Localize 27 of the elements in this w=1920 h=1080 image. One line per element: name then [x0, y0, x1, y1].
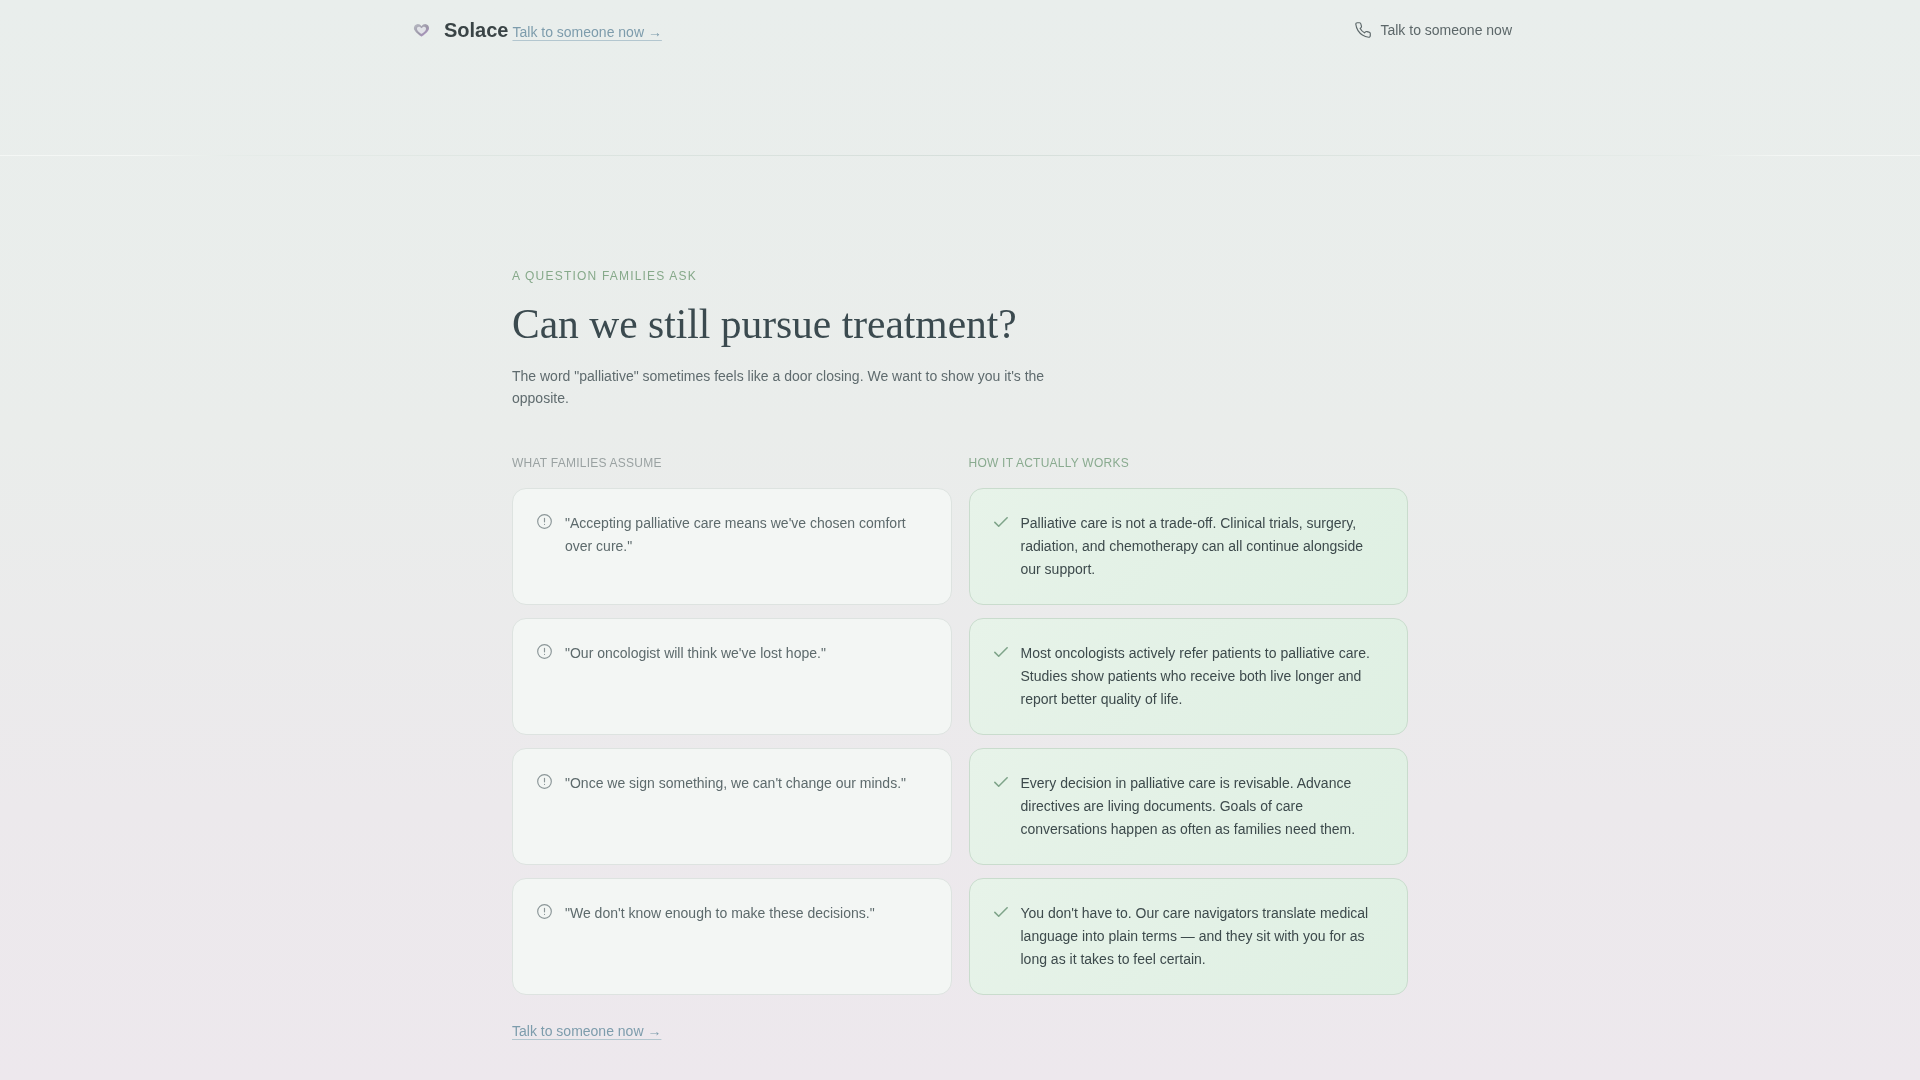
talk-link[interactable]: Talk to someone now →	[512, 1021, 662, 1041]
section-eyebrow: A QUESTION FAMILIES ASK	[512, 268, 698, 284]
assumption-text: "Accepting palliative care means we've chosen comfort over cure."	[565, 514, 907, 556]
alert-circle-icon	[537, 904, 552, 919]
fact-text: You don't have to. Our care navigators translate medical language into plain terms — and they sit with you for as long as it takes to feel certain.	[1020, 904, 1370, 969]
column-label: WHAT FAMILIES ASSUME	[512, 455, 663, 471]
contact-link[interactable]: Talk to someone now	[1355, 21, 1512, 39]
alert-circle-icon	[537, 644, 552, 659]
check-icon	[993, 777, 1008, 787]
check-icon	[993, 907, 1008, 917]
fact-text: Every decision in palliative care is revisable. Advance directives are living documents. Goals of care conversations happen as often as families need them.	[1020, 774, 1357, 839]
intro-text: The word "palliative" sometimes feels like a door closing. We want to show you it's the opposite.	[512, 367, 1046, 408]
alert-circle-icon	[537, 774, 552, 789]
page-heading: Can we still pursue treatment?	[512, 300, 1018, 349]
check-icon	[993, 517, 1008, 527]
phone-icon	[1355, 22, 1372, 38]
assumption-text: "Once we sign something, we can't change our minds."	[565, 774, 906, 793]
column-label: HOW IT ACTUALLY WORKS	[968, 455, 1130, 471]
fact-text: Most oncologists actively refer patients to palliative care. Studies show patients who receive both live longer and report better quality of life.	[1020, 644, 1371, 709]
assumption-text: "We don't know enough to make these decisions."	[565, 904, 875, 923]
assumption-text: "Our oncologist will think we've lost hope."	[565, 644, 826, 663]
check-icon	[993, 647, 1008, 657]
heart-logo-icon	[413, 22, 430, 38]
talk-link[interactable]: Talk to someone now →	[512, 22, 662, 41]
alert-circle-icon	[537, 514, 552, 529]
brand-name: Solace	[444, 18, 509, 42]
fact-text: Palliative care is not a trade-off. Clinical trials, surgery, radiation, and chemotherapy can all continue alongside our support.	[1020, 514, 1364, 579]
